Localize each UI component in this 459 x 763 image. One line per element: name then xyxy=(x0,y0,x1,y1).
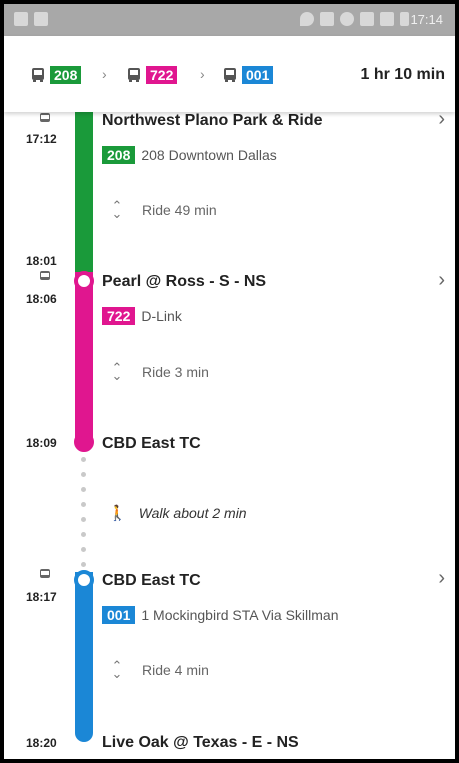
arrival-time: 18:20 xyxy=(26,736,57,750)
route-description: 1 Mockingbird STA Via Skillman xyxy=(141,607,339,623)
walk-icon: 🚶 xyxy=(108,505,127,522)
route-badge: 722 xyxy=(102,307,136,325)
battery-icon xyxy=(400,12,409,26)
vibrate-icon xyxy=(320,12,334,26)
ride-duration-toggle[interactable]: ⌃ ⌄ Ride 49 min xyxy=(110,198,217,221)
stop-dot xyxy=(74,432,94,452)
route-badge: 208 xyxy=(50,66,82,84)
ride-duration-toggle[interactable]: ⌃ ⌄ Ride 3 min xyxy=(110,360,209,383)
gallery-icon xyxy=(34,12,48,26)
route-info: 208 208 Downtown Dallas xyxy=(102,146,277,164)
route-badge: 208 xyxy=(102,146,136,164)
walk-dot xyxy=(81,472,86,477)
location-icon xyxy=(300,12,314,26)
walk-dot xyxy=(81,532,86,537)
signal-icon xyxy=(380,12,394,26)
bus-icon xyxy=(126,67,142,83)
app-frame: 17:14 208 › 722 › 001 1 hr 10 min 17:12 … xyxy=(4,4,455,759)
stop-dot xyxy=(74,570,94,590)
chevron-right-icon[interactable]: › xyxy=(438,269,445,292)
summary-leg-208: 208 xyxy=(30,66,82,84)
bus-icon xyxy=(40,569,50,578)
sync-icon xyxy=(340,12,354,26)
walk-dot xyxy=(81,487,86,492)
bus-icon xyxy=(30,67,46,83)
ride-duration: Ride 3 min xyxy=(142,364,209,380)
route-description: 208 Downtown Dallas xyxy=(141,147,277,163)
route-badge: 722 xyxy=(146,66,178,84)
route-description: D-Link xyxy=(141,308,182,324)
chevron-right-icon: › xyxy=(102,66,107,82)
route-badge: 001 xyxy=(102,606,136,624)
stop-name[interactable]: Northwest Plano Park & Ride xyxy=(102,112,323,130)
summary-leg-001: 001 xyxy=(222,66,274,84)
ride-duration: Ride 49 min xyxy=(142,202,217,218)
arrival-time: 18:09 xyxy=(26,436,57,450)
notification-icon xyxy=(14,12,28,26)
walk-dot xyxy=(81,562,86,567)
ride-duration: Ride 4 min xyxy=(142,662,209,678)
trip-timeline: 17:12 Northwest Plano Park & Ride › 208 … xyxy=(4,108,455,759)
trip-summary[interactable]: 208 › 722 › 001 1 hr 10 min xyxy=(4,36,455,112)
departure-time: 18:17 xyxy=(26,590,57,604)
route-line-722 xyxy=(75,272,93,442)
walk-instruction: 🚶 Walk about 2 min xyxy=(108,504,247,522)
route-badge: 001 xyxy=(242,66,274,84)
route-line-208 xyxy=(75,112,93,272)
total-duration: 1 hr 10 min xyxy=(360,66,445,83)
stop-name[interactable]: Pearl @ Ross - S - NS xyxy=(102,273,266,291)
summary-leg-722: 722 xyxy=(126,66,178,84)
stop-dot xyxy=(74,271,94,291)
departure-time: 18:06 xyxy=(26,292,57,306)
walk-dot xyxy=(81,517,86,522)
departure-time: 17:12 xyxy=(26,132,57,146)
chevron-right-icon[interactable]: › xyxy=(438,567,445,590)
route-info: 722 D-Link xyxy=(102,307,182,325)
arrival-time: 18:01 xyxy=(26,254,57,268)
bus-icon xyxy=(222,67,238,83)
route-info: 001 1 Mockingbird STA Via Skillman xyxy=(102,606,338,624)
status-time: 17:14 xyxy=(410,12,443,27)
expand-icon: ⌃ ⌄ xyxy=(111,198,123,221)
expand-icon: ⌃ ⌄ xyxy=(111,658,123,681)
walk-dot xyxy=(81,502,86,507)
bus-icon xyxy=(40,113,50,122)
bus-icon xyxy=(40,271,50,280)
stop-name[interactable]: CBD East TC xyxy=(102,572,201,590)
walk-dot xyxy=(81,547,86,552)
route-line-001 xyxy=(75,572,93,742)
wifi-icon xyxy=(360,12,374,26)
status-bar: 17:14 xyxy=(4,4,455,36)
stop-name[interactable]: Live Oak @ Texas - E - NS xyxy=(102,734,299,752)
stop-name[interactable]: CBD East TC xyxy=(102,435,201,453)
expand-icon: ⌃ ⌄ xyxy=(111,360,123,383)
walk-dot xyxy=(81,457,86,462)
walk-duration: Walk about 2 min xyxy=(138,505,247,521)
chevron-right-icon: › xyxy=(200,66,205,82)
ride-duration-toggle[interactable]: ⌃ ⌄ Ride 4 min xyxy=(110,658,209,681)
